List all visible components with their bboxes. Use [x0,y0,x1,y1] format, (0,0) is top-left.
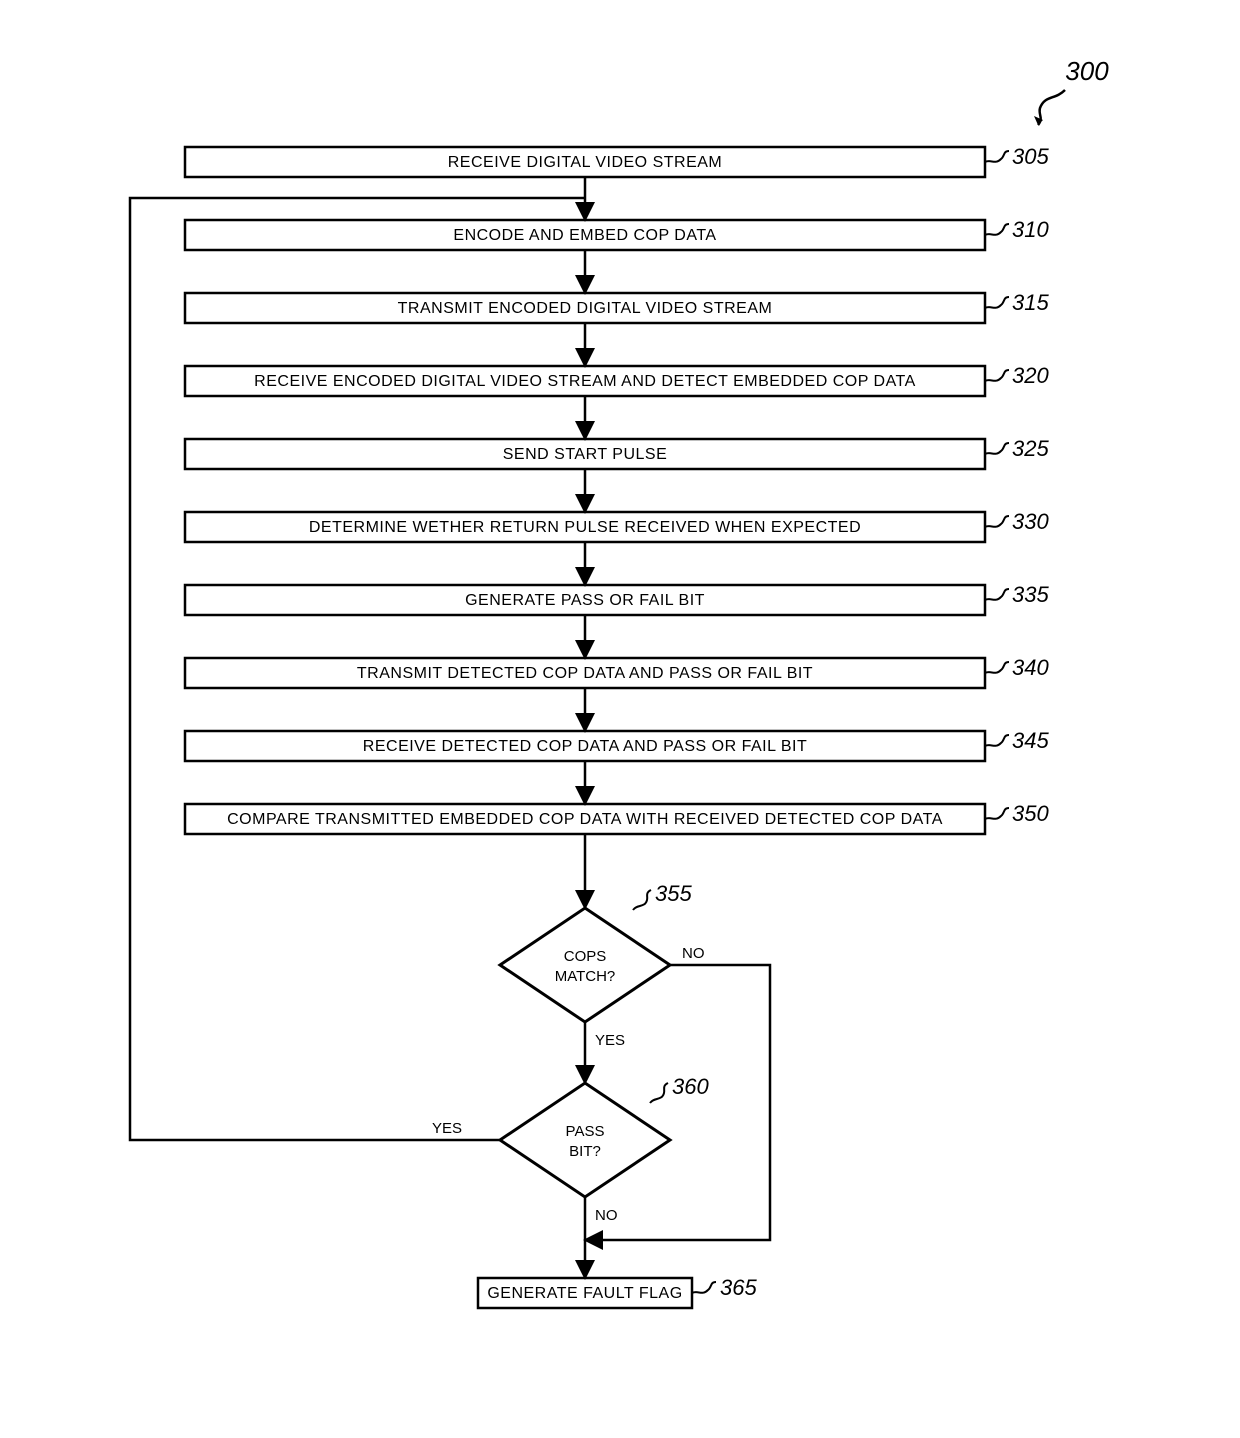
svg-text:320: 320 [1012,363,1049,388]
decision-355: COPS MATCH? 355 [500,881,692,1022]
svg-text:COMPARE TRANSMITTED EMBEDDED: COMPARE TRANSMITTED EMBEDDED COP DATA WI… [227,811,943,828]
step-325: SEND START PULSE 325 [185,436,1049,469]
svg-text:DETERMINE WETHER RETURN PULSE: DETERMINE WETHER RETURN PULSE RECEIVED W… [309,519,861,536]
step-315: TRANSMIT ENCODED DIGITAL VIDEO STREAM 31… [185,290,1049,323]
svg-text:310: 310 [1012,217,1049,242]
svg-text:325: 325 [1012,436,1049,461]
svg-text:SEND START PULSE: SEND START PULSE [503,446,668,463]
svg-text:360: 360 [672,1074,709,1099]
svg-text:335: 335 [1012,582,1049,607]
step-365: GENERATE FAULT FLAG 365 [478,1275,757,1308]
svg-text:TRANSMIT DETECTED COP DATA AND: TRANSMIT DETECTED COP DATA AND PASS OR F… [357,665,813,682]
svg-text:ENCODE AND EMBED COP DATA: ENCODE AND EMBED COP DATA [453,227,716,244]
svg-text:BIT?: BIT? [569,1143,601,1160]
label-yes-355: YES [595,1032,625,1049]
step-320: RECEIVE ENCODED DIGITAL VIDEO STREAM AND… [185,363,1049,396]
label-yes-360: YES [432,1120,462,1137]
svg-text:COPS: COPS [564,948,607,965]
step-310: ENCODE AND EMBED COP DATA 310 [185,217,1049,250]
svg-text:315: 315 [1012,290,1049,315]
svg-text:305: 305 [1012,144,1049,169]
figure-ref-300: 300 [1065,56,1109,86]
step-340: TRANSMIT DETECTED COP DATA AND PASS OR F… [185,655,1049,688]
svg-text:345: 345 [1012,728,1049,753]
decision-360: PASS BIT? 360 [500,1074,709,1197]
svg-text:MATCH?: MATCH? [555,968,616,985]
label-no-360: NO [595,1207,618,1224]
svg-text:RECEIVE ENCODED DIGITAL VIDEO: RECEIVE ENCODED DIGITAL VIDEO STREAM AND… [254,373,916,390]
svg-text:GENERATE FAULT FLAG: GENERATE FAULT FLAG [487,1285,682,1302]
svg-text:365: 365 [720,1275,757,1300]
svg-text:TRANSMIT ENCODED DIGITAL VIDEO: TRANSMIT ENCODED DIGITAL VIDEO STREAM [398,300,773,317]
step-335: GENERATE PASS OR FAIL BIT 335 [185,582,1049,615]
svg-text:PASS: PASS [566,1123,605,1140]
label-no-355: NO [682,945,705,962]
svg-text:340: 340 [1012,655,1049,680]
step-305: RECEIVE DIGITAL VIDEO STREAM 305 [185,144,1049,177]
step-350: COMPARE TRANSMITTED EMBEDDED COP DATA WI… [185,801,1049,834]
svg-text:355: 355 [655,881,692,906]
step-330: DETERMINE WETHER RETURN PULSE RECEIVED W… [185,509,1049,542]
svg-text:GENERATE PASS OR FAIL BIT: GENERATE PASS OR FAIL BIT [465,592,705,609]
svg-text:RECEIVE DIGITAL VIDEO STREAM: RECEIVE DIGITAL VIDEO STREAM [448,154,723,171]
step-345: RECEIVE DETECTED COP DATA AND PASS OR FA… [185,728,1049,761]
svg-text:330: 330 [1012,509,1049,534]
svg-text:350: 350 [1012,801,1049,826]
svg-text:RECEIVE DETECTED COP DATA AND: RECEIVE DETECTED COP DATA AND PASS OR FA… [363,738,807,755]
